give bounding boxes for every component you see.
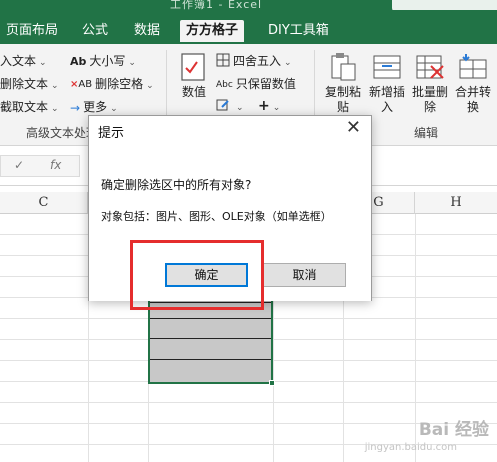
fill-handle[interactable] bbox=[269, 380, 275, 386]
close-icon[interactable]: ✕ bbox=[346, 118, 361, 138]
chevron-down-icon: ⌄ bbox=[146, 81, 154, 91]
numeric-button[interactable]: 数值 bbox=[176, 52, 212, 100]
round-label: 四舍五入 bbox=[233, 54, 282, 68]
merge-convert-button[interactable]: 合并转 换 bbox=[452, 52, 494, 115]
column-header-c[interactable]: C bbox=[0, 192, 88, 214]
dialog-description: 对象包括：图片、图形、OLE对象（如单选框） bbox=[101, 210, 332, 223]
chevron-down-icon: ⌄ bbox=[272, 103, 281, 113]
keep-values-button[interactable]: Abc 只保留数值 bbox=[216, 75, 296, 92]
round-button[interactable]: 四舍五入 ⌄ bbox=[216, 52, 292, 70]
arrow-right-icon: → bbox=[70, 100, 81, 115]
chevron-down-icon: ⌄ bbox=[110, 104, 118, 114]
insert-new-label-2: 入 bbox=[380, 100, 393, 114]
clipboard-icon bbox=[328, 52, 358, 82]
chevron-down-icon: ⌄ bbox=[236, 103, 244, 113]
more-label: 更多 bbox=[83, 100, 108, 114]
highlight-box bbox=[130, 240, 264, 310]
copy-paste-label-2: 贴 bbox=[336, 100, 349, 114]
insert-rows-icon bbox=[372, 52, 402, 82]
watermark-logo: Bai 经验 bbox=[418, 420, 489, 440]
tab-page-layout[interactable]: 页面布局 bbox=[0, 20, 64, 44]
tab-data[interactable]: 数据 bbox=[128, 20, 166, 44]
line-object[interactable] bbox=[150, 359, 271, 360]
column-header-h[interactable]: H bbox=[415, 192, 497, 214]
batch-delete-label-2: 除 bbox=[423, 100, 436, 114]
plus-icon: + bbox=[258, 98, 270, 114]
add-button[interactable]: + ⌄ bbox=[258, 98, 280, 114]
grid-line bbox=[415, 214, 416, 462]
abc-icon: Abc bbox=[216, 79, 233, 90]
delete-grid-icon bbox=[415, 52, 445, 82]
more-button[interactable]: → 更多 ⌄ bbox=[70, 98, 118, 115]
remove-spaces-label: 删除空格 bbox=[95, 77, 144, 91]
delete-text-label: 删除文本 bbox=[0, 77, 49, 91]
dialog-title: 提示 bbox=[98, 126, 125, 141]
line-object[interactable] bbox=[150, 338, 271, 339]
merge-convert-label-1: 合并转 bbox=[454, 85, 491, 99]
copy-paste-label-1: 复制粘 bbox=[324, 85, 361, 99]
chevron-down-icon: ⌄ bbox=[39, 58, 47, 68]
chevron-down-icon: ⌄ bbox=[284, 58, 292, 68]
chevron-down-icon: ⌄ bbox=[51, 104, 59, 114]
merge-icon bbox=[458, 52, 488, 82]
merge-convert-label-2: 换 bbox=[466, 100, 479, 114]
cancel-button[interactable]: 取消 bbox=[263, 263, 346, 287]
fx-icon[interactable]: fx bbox=[50, 158, 61, 172]
insert-text-label: 入文本 bbox=[0, 54, 37, 68]
remove-spaces-button[interactable]: ×AB 删除空格 ⌄ bbox=[70, 75, 154, 92]
numeric-icon bbox=[179, 52, 209, 82]
copy-paste-button[interactable]: 复制粘 贴 bbox=[322, 52, 364, 115]
tab-formulas[interactable]: 公式 bbox=[76, 20, 114, 44]
dialog-question: 确定删除选区中的所有对象? bbox=[101, 178, 252, 192]
batch-delete-button[interactable]: 批量删 除 bbox=[409, 52, 451, 115]
case-icon: Ab bbox=[70, 55, 87, 68]
name-box[interactable] bbox=[0, 155, 80, 177]
watermark-url: jingyan.baidu.com bbox=[364, 442, 457, 453]
tab-diy-toolbox[interactable]: DIY工具箱 bbox=[262, 20, 335, 44]
batch-delete-label-1: 批量删 bbox=[411, 85, 448, 99]
grid-icon bbox=[216, 53, 230, 70]
insert-new-label-1: 新增插 bbox=[368, 85, 405, 99]
tab-fangfangezi[interactable]: 方方格子 bbox=[180, 20, 245, 44]
numeric-label: 数值 bbox=[181, 85, 206, 99]
line-object[interactable] bbox=[150, 318, 271, 319]
chevron-down-icon: ⌄ bbox=[51, 81, 59, 91]
case-button[interactable]: Ab 大小写 ⌄ bbox=[70, 52, 136, 69]
insert-text-button[interactable]: 入文本 ⌄ bbox=[0, 52, 47, 69]
edit-format-button[interactable]: ⌄ bbox=[216, 98, 244, 115]
edit-icon bbox=[216, 98, 230, 115]
case-label: 大小写 bbox=[89, 54, 126, 68]
check-icon[interactable]: ✓ bbox=[14, 158, 24, 172]
selected-range[interactable] bbox=[148, 298, 275, 386]
extract-text-label: 截取文本 bbox=[0, 100, 49, 114]
group-label-edit: 编辑 bbox=[414, 126, 439, 140]
remove-spaces-icon: ×AB bbox=[70, 79, 93, 90]
insert-new-button[interactable]: 新增插 入 bbox=[366, 52, 408, 115]
keep-values-label: 只保留数值 bbox=[235, 77, 296, 91]
ribbon-tabs: 页面布局 公式 数据 方方格子 DIY工具箱 bbox=[0, 10, 497, 44]
extract-text-button[interactable]: 截取文本 ⌄ bbox=[0, 98, 59, 115]
chevron-down-icon: ⌄ bbox=[128, 58, 136, 68]
delete-text-button[interactable]: 删除文本 ⌄ bbox=[0, 75, 59, 92]
